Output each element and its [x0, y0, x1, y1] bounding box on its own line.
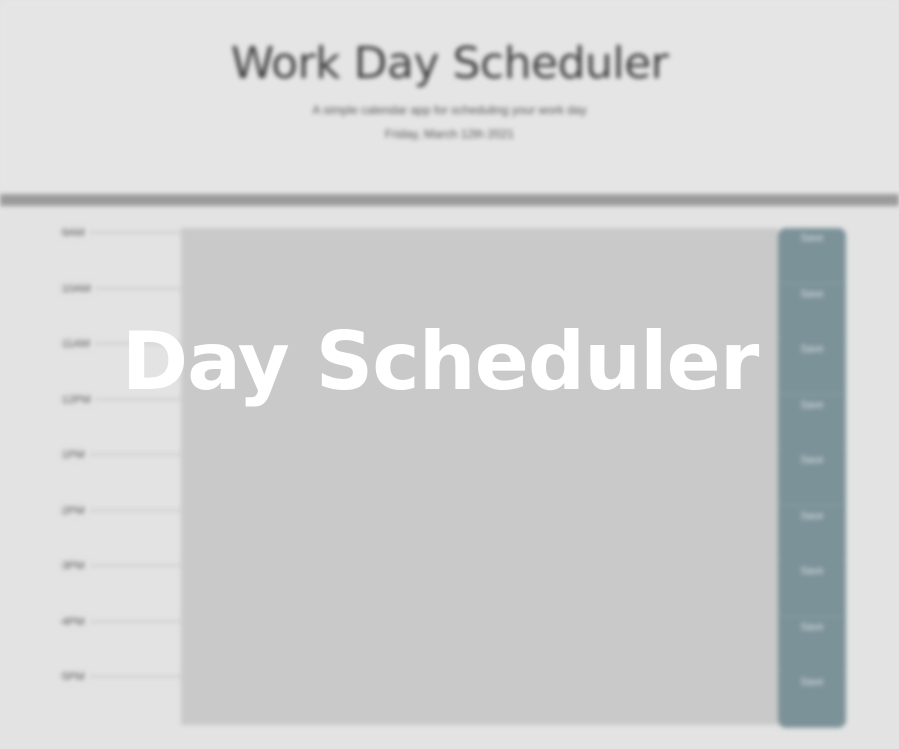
overlay-title: Day Scheduler [121, 315, 760, 408]
hour-text: 10AM [62, 282, 95, 295]
hour-label: 10AM [60, 282, 180, 295]
header-jumbotron: Work Day Scheduler A simple calendar app… [0, 0, 899, 194]
header-lead: A simple calendar app for scheduling you… [312, 103, 587, 117]
hour-text: 3PM [62, 560, 89, 572]
header-divider [0, 194, 899, 206]
save-button[interactable]: Save [778, 672, 846, 728]
hour-label: 3PM [60, 560, 180, 572]
hour-text: 4PM [62, 615, 89, 628]
save-button[interactable]: Save [778, 505, 846, 562]
hour-label: 2PM [60, 504, 180, 517]
description-area[interactable] [181, 228, 778, 725]
save-button[interactable]: Save [778, 450, 846, 506]
screenshot-stage: Work Day Scheduler A simple calendar app… [0, 0, 899, 749]
save-button[interactable]: Save [778, 616, 846, 673]
hour-label: 9AM [60, 227, 180, 239]
page-title: Work Day Scheduler [230, 38, 669, 89]
save-button[interactable]: Save [778, 228, 846, 284]
hour-text: 2PM [62, 504, 89, 517]
hour-label: 1PM [60, 449, 180, 461]
hour-text: 1PM [62, 449, 89, 461]
hour-label: 5PM [60, 671, 180, 683]
hour-text: 5PM [62, 671, 89, 683]
hour-text: 9AM [62, 227, 89, 239]
current-day: Friday, March 12th 2021 [384, 127, 515, 141]
hour-label: 4PM [60, 615, 180, 628]
save-button[interactable]: Save [778, 561, 846, 617]
